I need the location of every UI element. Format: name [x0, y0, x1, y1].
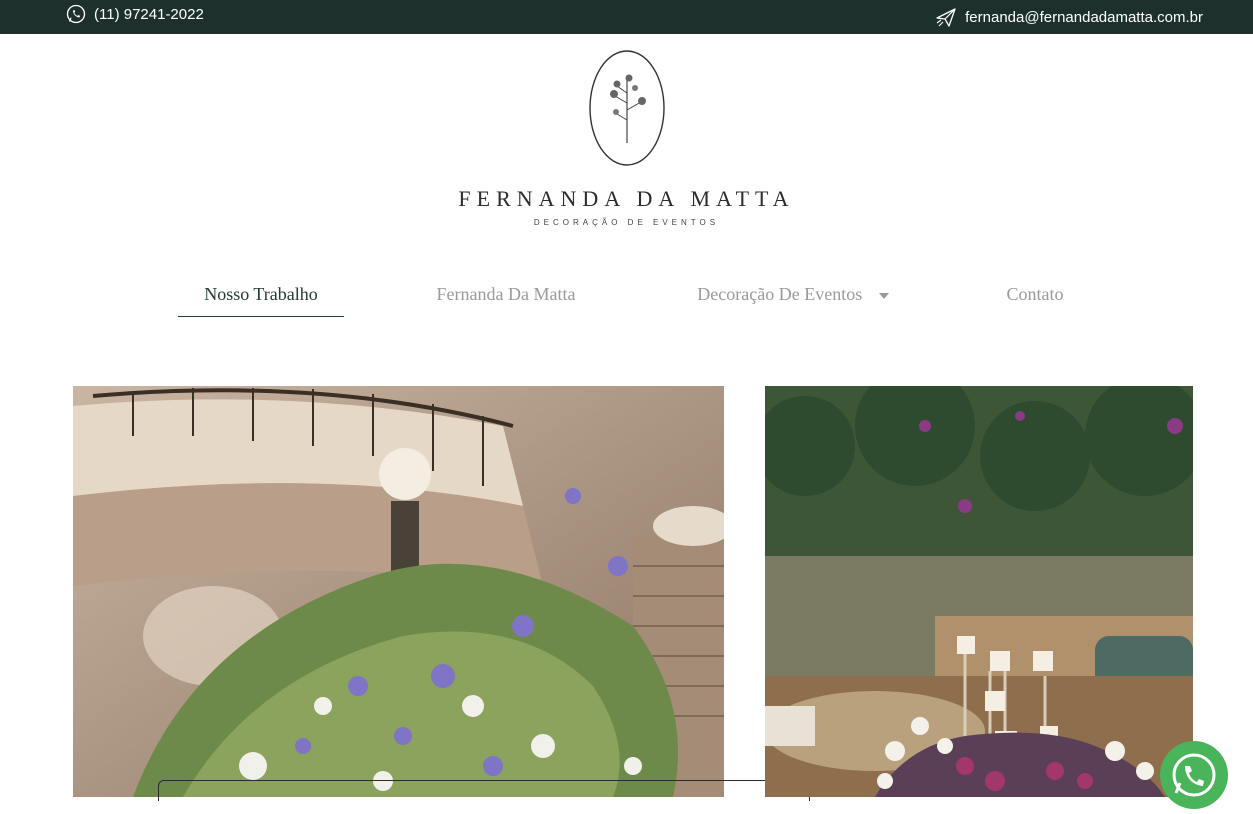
- brand-tagline: DECORAÇÃO DE EVENTOS: [533, 218, 720, 227]
- nav-item-label: Fernanda Da Matta: [436, 284, 576, 304]
- nav-item-nosso-trabalho[interactable]: Nosso Trabalho: [178, 282, 344, 317]
- nav-item-label: Decoração De Eventos: [697, 284, 863, 304]
- whatsapp-icon: [1172, 753, 1216, 797]
- caption-frame: [158, 780, 810, 801]
- email-address: fernanda@fernandadamatta.com.br: [965, 8, 1203, 26]
- main-navigation: Nosso Trabalho Fernanda Da Matta Decoraç…: [0, 282, 1253, 318]
- floral-emblem-icon: [588, 50, 665, 166]
- nav-item-fernanda-da-matta[interactable]: Fernanda Da Matta: [410, 282, 602, 316]
- phone-link[interactable]: (11) 97241-2022: [66, 4, 204, 24]
- whatsapp-icon: [66, 4, 86, 24]
- email-link[interactable]: fernanda@fernandadamatta.com.br: [935, 6, 1203, 28]
- gallery-photo-staircase[interactable]: [73, 386, 724, 797]
- top-contact-bar: (11) 97241-2022 fernanda@fernandadamatta…: [0, 0, 1253, 34]
- brand-name: FERNANDA DA MATTA: [458, 186, 795, 211]
- phone-number: (11) 97241-2022: [94, 5, 204, 23]
- nav-item-label: Contato: [1006, 284, 1064, 304]
- nav-item-decoracao-de-eventos[interactable]: Decoração De Eventos: [680, 282, 906, 316]
- chevron-down-icon[interactable]: [878, 292, 889, 299]
- nav-item-label: Nosso Trabalho: [204, 284, 318, 304]
- brand-logo[interactable]: FERNANDA DA MATTA DECORAÇÃO DE EVENTOS: [0, 48, 1253, 227]
- whatsapp-floating-button[interactable]: [1160, 741, 1228, 809]
- nav-item-contato[interactable]: Contato: [990, 282, 1080, 316]
- gallery-photo-garden-event[interactable]: [765, 386, 1193, 797]
- paper-plane-icon: [935, 6, 957, 28]
